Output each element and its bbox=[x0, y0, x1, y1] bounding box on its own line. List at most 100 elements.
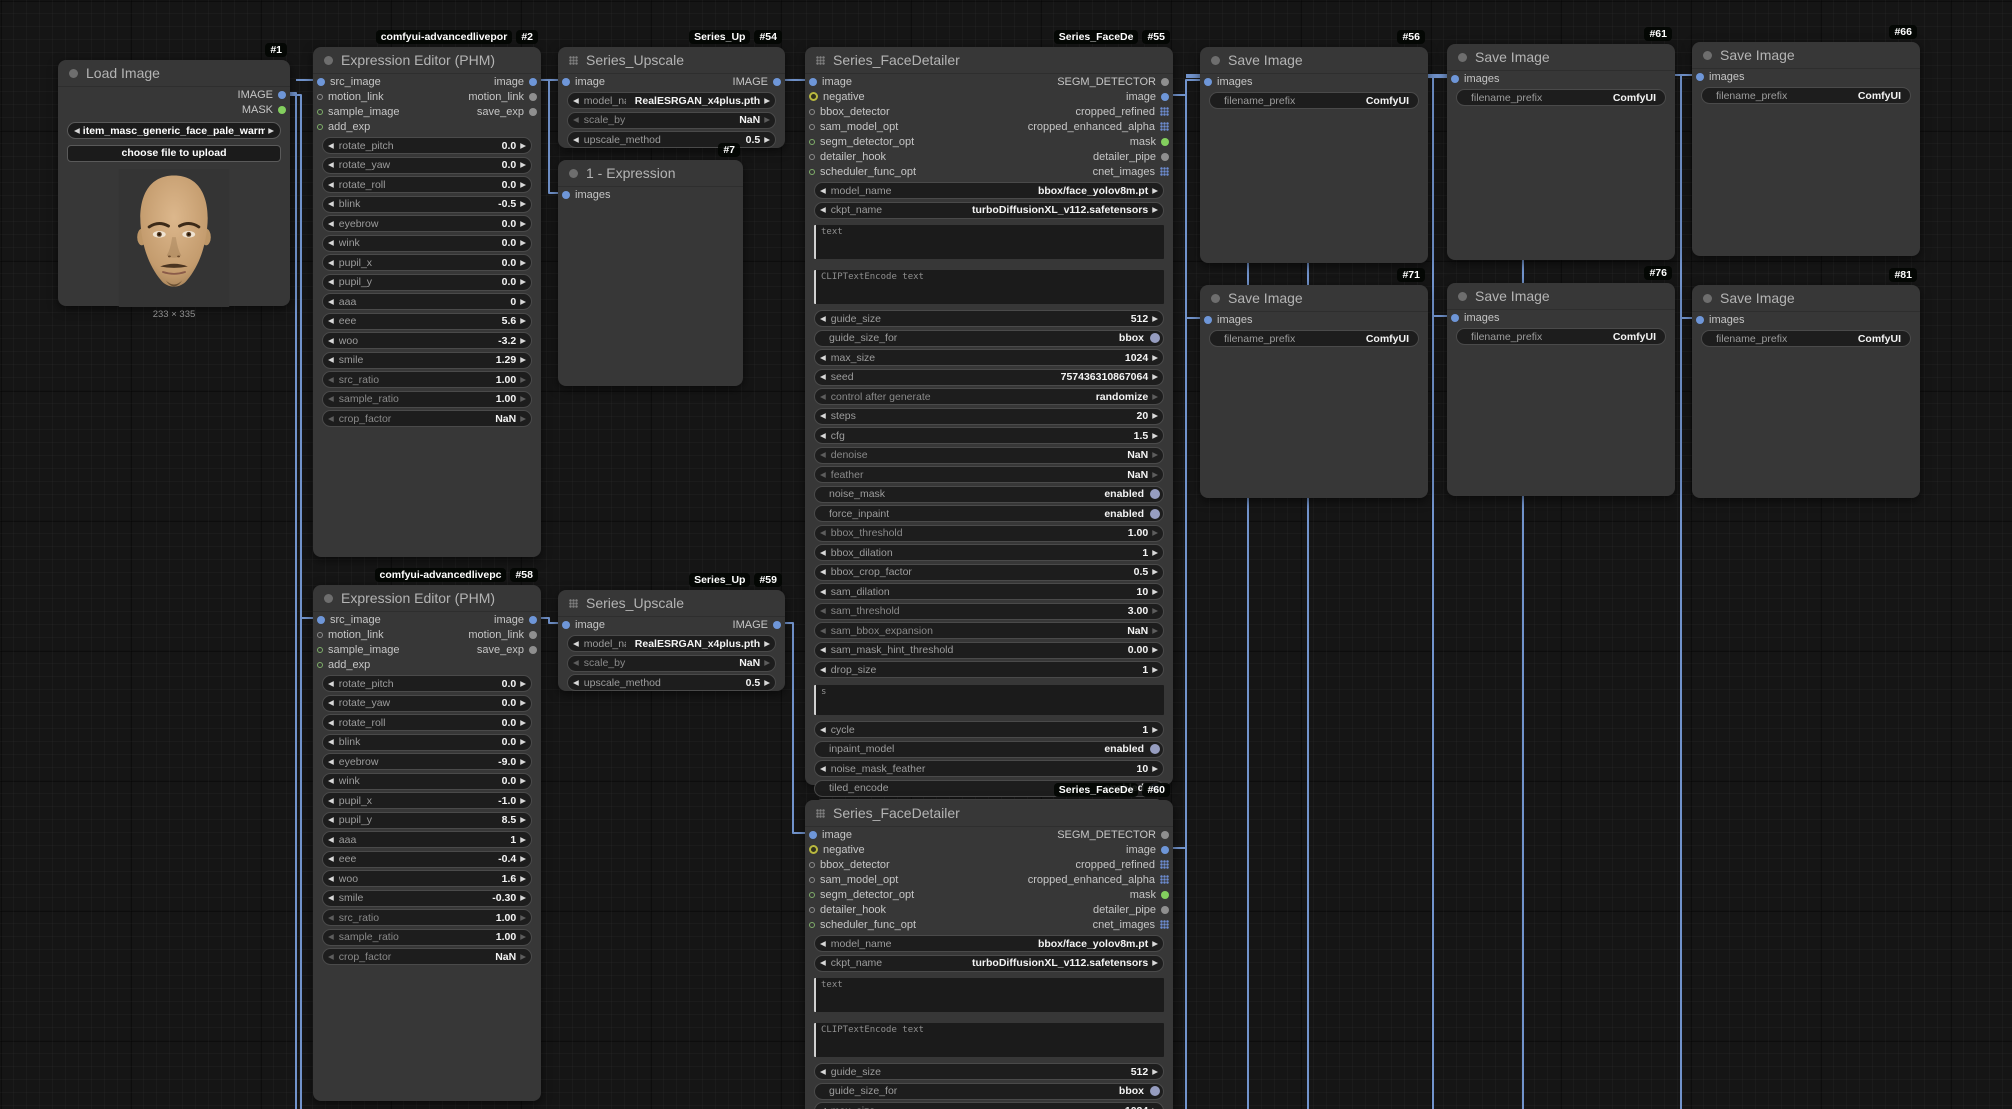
decrement-arrow[interactable]: ◀ bbox=[573, 97, 579, 105]
increment-arrow[interactable]: ▶ bbox=[764, 679, 770, 687]
number-widget-noise_mask_feather[interactable]: ◀ noise_mask_feather 10 ▶ bbox=[814, 760, 1164, 777]
toggle-knob-icon[interactable] bbox=[1150, 508, 1160, 519]
output-save_exp-dot[interactable] bbox=[529, 645, 537, 654]
input-src_image-dot[interactable] bbox=[317, 77, 325, 86]
increment-arrow[interactable]: ▶ bbox=[520, 161, 526, 169]
node-title-bar[interactable]: Save Image bbox=[1692, 285, 1920, 312]
decrement-arrow[interactable]: ◀ bbox=[820, 373, 826, 381]
collapse-dot-icon[interactable] bbox=[1458, 52, 1467, 62]
decrement-arrow[interactable]: ◀ bbox=[328, 680, 334, 688]
collapse-dot-icon[interactable] bbox=[69, 68, 78, 78]
increment-arrow[interactable]: ▶ bbox=[520, 220, 526, 228]
increment-arrow[interactable]: ▶ bbox=[1152, 432, 1158, 440]
output-cropped_enhanced_alpha-dot[interactable] bbox=[1160, 122, 1169, 131]
prev-file-arrow[interactable]: ◀ bbox=[74, 127, 80, 135]
input-src_image-dot[interactable] bbox=[317, 615, 325, 624]
node-expression-editor-2[interactable]: comfyui-advancedlivepor #2 Expression Edit… bbox=[313, 30, 541, 557]
increment-arrow[interactable]: ▶ bbox=[1152, 315, 1158, 323]
decrement-arrow[interactable]: ◀ bbox=[328, 855, 334, 863]
input-sam_model_opt-dot[interactable] bbox=[809, 123, 815, 130]
node-expression-7[interactable]: #7 1 - Expression images bbox=[558, 143, 743, 386]
decrement-arrow[interactable]: ◀ bbox=[820, 1068, 826, 1076]
toggle-widget-force_inpaint[interactable]: force_inpaint enabled bbox=[814, 505, 1164, 522]
increment-arrow[interactable]: ▶ bbox=[520, 738, 526, 746]
input-detailer_hook-dot[interactable] bbox=[809, 906, 815, 913]
collapse-dot-icon[interactable] bbox=[1211, 293, 1220, 303]
number-widget-upscale_method[interactable]: ◀ upscale_method 0.5 ▶ bbox=[567, 674, 776, 691]
combo-widget-ckpt_name[interactable]: ◀ ckpt_name turboDiffusionXL_v112.safetens… bbox=[814, 201, 1164, 219]
input-image-dot[interactable] bbox=[809, 830, 817, 839]
increment-arrow[interactable]: ▶ bbox=[520, 953, 526, 961]
number-widget-sam_threshold[interactable]: ◀ sam_threshold 3.00 ▶ bbox=[814, 602, 1164, 620]
decrement-arrow[interactable]: ◀ bbox=[328, 239, 334, 247]
number-widget-woo[interactable]: ◀ woo 1.6 ▶ bbox=[322, 870, 532, 887]
output-mask-dot[interactable] bbox=[1161, 890, 1169, 899]
number-widget-eee[interactable]: ◀ eee 5.6 ▶ bbox=[322, 312, 532, 330]
number-widget-crop_factor[interactable]: ◀ crop_factor NaN ▶ bbox=[322, 410, 532, 427]
choose-file-button[interactable]: choose file to upload bbox=[67, 144, 281, 162]
increment-arrow[interactable]: ▶ bbox=[1152, 959, 1158, 967]
node-load-image-1[interactable]: #1 Load Image IMAGE MASK ◀ item_masc_generic_… bbox=[58, 43, 290, 320]
text-widget-filename_prefix[interactable]: filename_prefix ComfyUI bbox=[1209, 330, 1419, 347]
increment-arrow[interactable]: ▶ bbox=[1152, 354, 1158, 362]
node-save-image-76[interactable]: #76 Save Image images filename_prefix ComfyU… bbox=[1447, 266, 1675, 496]
decrement-arrow[interactable]: ◀ bbox=[820, 646, 826, 654]
number-widget-rotate_roll[interactable]: ◀ rotate_roll 0.0 ▶ bbox=[322, 714, 532, 731]
increment-arrow[interactable]: ▶ bbox=[1152, 940, 1158, 948]
increment-arrow[interactable]: ▶ bbox=[520, 855, 526, 863]
number-widget-bbox_dilation[interactable]: ◀ bbox_dilation 1 ▶ bbox=[814, 544, 1164, 561]
number-widget-steps[interactable]: ◀ steps 20 ▶ bbox=[814, 407, 1164, 425]
input-image-dot[interactable] bbox=[562, 620, 570, 629]
combo-widget-model_name[interactable]: ◀ model_name RealESRGAN_x4plus.pth▶ bbox=[567, 635, 776, 652]
node-title-bar[interactable]: Save Image bbox=[1200, 47, 1428, 74]
input-images-dot[interactable] bbox=[562, 190, 570, 199]
combo-widget-model_name[interactable]: ◀ model_name bbox/face_yolov8m.pt ▶ bbox=[814, 182, 1164, 199]
decrement-arrow[interactable]: ◀ bbox=[328, 875, 334, 883]
input-scheduler_func_opt-dot[interactable] bbox=[809, 921, 815, 928]
number-widget-aaa[interactable]: ◀ aaa 0 ▶ bbox=[322, 293, 532, 310]
increment-arrow[interactable]: ▶ bbox=[1152, 529, 1158, 537]
node-title-bar[interactable]: Series_Upscale bbox=[558, 47, 785, 74]
node-save-image-66[interactable]: #66 Save Image images filename_prefix ComfyU… bbox=[1692, 25, 1920, 256]
number-widget-rotate_pitch[interactable]: ◀ rotate_pitch 0.0 ▶ bbox=[322, 137, 532, 154]
input-segm_detector_opt-dot[interactable] bbox=[809, 138, 815, 145]
increment-arrow[interactable]: ▶ bbox=[520, 259, 526, 267]
number-widget-denoise[interactable]: ◀ denoise NaN ▶ bbox=[814, 446, 1164, 464]
increment-arrow[interactable]: ▶ bbox=[1152, 206, 1158, 214]
decrement-arrow[interactable]: ◀ bbox=[328, 777, 334, 785]
node-save-image-71[interactable]: #71 Save Image images filename_prefix ComfyU… bbox=[1200, 268, 1428, 498]
text-widget-filename_prefix[interactable]: filename_prefix ComfyUI bbox=[1209, 92, 1419, 109]
toggle-knob-icon[interactable] bbox=[1150, 744, 1160, 754]
collapse-dot-icon[interactable] bbox=[1703, 50, 1712, 60]
number-widget-sample_ratio[interactable]: ◀ sample_ratio 1.00 ▶ bbox=[322, 928, 532, 946]
combo-widget-ckpt_name[interactable]: ◀ ckpt_name turboDiffusionXL_v112.safetens… bbox=[814, 954, 1164, 972]
decrement-arrow[interactable]: ◀ bbox=[573, 679, 579, 687]
node-series-upscale-54[interactable]: Series_Up #54 Series_Upscale image IMAGE ◀ mod… bbox=[558, 30, 785, 148]
number-widget-eyebrow[interactable]: ◀ eyebrow 0.0 ▶ bbox=[322, 215, 532, 232]
increment-arrow[interactable]: ▶ bbox=[1152, 607, 1158, 615]
decrement-arrow[interactable]: ◀ bbox=[820, 393, 826, 401]
number-widget-pupil_y[interactable]: ◀ pupil_y 0.0 ▶ bbox=[322, 273, 532, 291]
text-widget-filename_prefix[interactable]: filename_prefix ComfyUI bbox=[1701, 87, 1911, 104]
input-segm_detector_opt-dot[interactable] bbox=[809, 891, 815, 898]
increment-arrow[interactable]: ▶ bbox=[520, 836, 526, 844]
decrement-arrow[interactable]: ◀ bbox=[328, 200, 334, 208]
increment-arrow[interactable]: ▶ bbox=[764, 116, 770, 124]
toggle-widget-inpaint_model[interactable]: inpaint_model enabled bbox=[814, 740, 1164, 758]
number-widget-bbox_crop_factor[interactable]: ◀ bbox_crop_factor 0.5 ▶ bbox=[814, 563, 1164, 581]
node-title-bar[interactable]: Expression Editor (PHM) bbox=[313, 47, 541, 74]
number-widget-blink[interactable]: ◀ blink 0.0 ▶ bbox=[322, 733, 532, 751]
decrement-arrow[interactable]: ◀ bbox=[328, 161, 334, 169]
node-title-bar[interactable]: Series_Upscale bbox=[558, 590, 785, 617]
number-widget-woo[interactable]: ◀ woo -3.2 ▶ bbox=[322, 332, 532, 349]
number-widget-wink[interactable]: ◀ wink 0.0 ▶ bbox=[322, 772, 532, 790]
decrement-arrow[interactable]: ◀ bbox=[820, 607, 826, 615]
input-images-dot[interactable] bbox=[1451, 74, 1459, 83]
prompt-textarea[interactable]: CLIPTextEncode text bbox=[814, 269, 1164, 304]
output-image-dot[interactable] bbox=[1161, 92, 1169, 101]
input-add_exp-dot[interactable] bbox=[317, 123, 323, 130]
number-widget-rotate_roll[interactable]: ◀ rotate_roll 0.0 ▶ bbox=[322, 176, 532, 193]
number-widget-cycle[interactable]: ◀ cycle 1 ▶ bbox=[814, 721, 1164, 738]
node-title-bar[interactable]: 1 - Expression bbox=[558, 160, 743, 187]
decrement-arrow[interactable]: ◀ bbox=[328, 278, 334, 286]
